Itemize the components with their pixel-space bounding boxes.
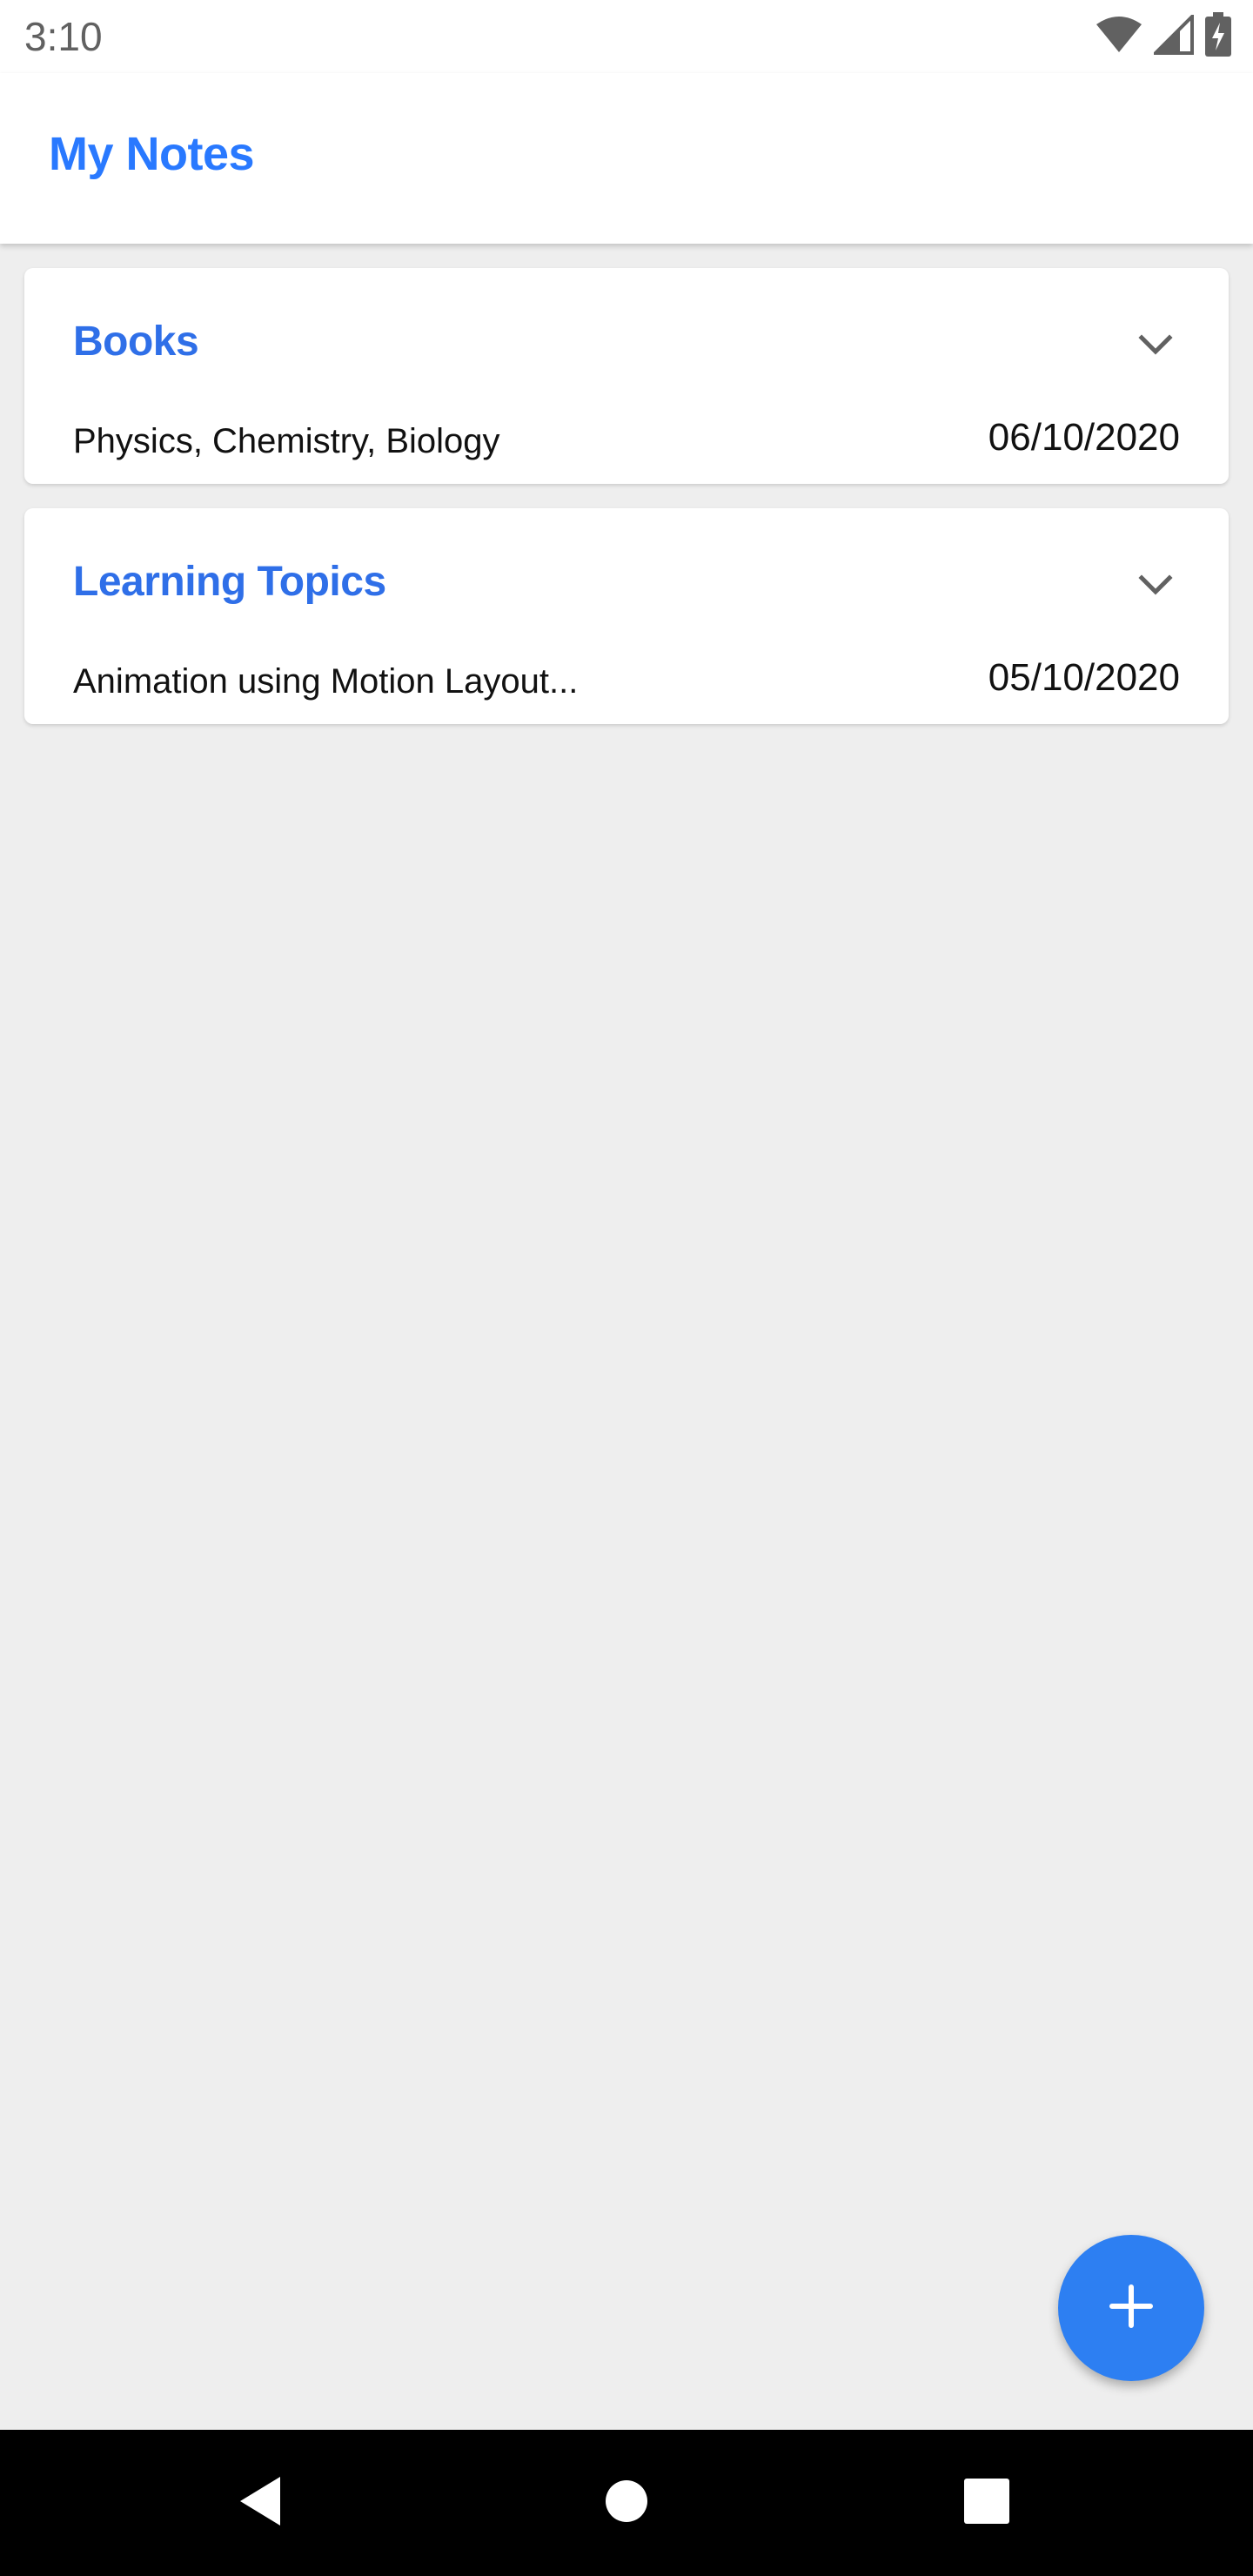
page-title: My Notes [49,128,255,180]
note-card-books[interactable]: Books Physics, Chemistry, Biology 06/10/… [24,268,1229,484]
cellular-signal-icon [1151,11,1194,59]
home-button[interactable] [592,2468,661,2538]
screen: 3:10 My Notes Books Physics, Chemistry, … [0,0,1253,2576]
status-icons [1095,11,1232,62]
status-bar: 3:10 [0,0,1253,73]
battery-charging-icon [1204,11,1232,62]
system-nav-bar [0,2430,1253,2576]
note-title: Books [73,319,199,365]
back-icon [235,2473,287,2533]
note-summary: Physics, Chemistry, Biology [73,422,500,460]
home-icon [604,2479,649,2528]
recents-button[interactable] [952,2468,1022,2538]
note-card-learning-topics[interactable]: Learning Topics Animation using Motion L… [24,508,1229,724]
note-date: 06/10/2020 [988,416,1180,459]
wifi-icon [1095,16,1143,58]
note-date: 05/10/2020 [988,656,1180,699]
note-title: Learning Topics [73,559,386,605]
recents-icon [963,2478,1010,2529]
back-button[interactable] [226,2468,296,2538]
chevron-down-icon[interactable] [1135,564,1176,606]
status-time: 3:10 [24,14,103,59]
chevron-down-icon[interactable] [1135,324,1176,366]
add-note-button[interactable] [1058,2235,1204,2381]
app-bar: My Notes [0,73,1253,244]
note-summary: Animation using Motion Layout... [73,662,579,701]
plus-icon [1107,2282,1156,2335]
